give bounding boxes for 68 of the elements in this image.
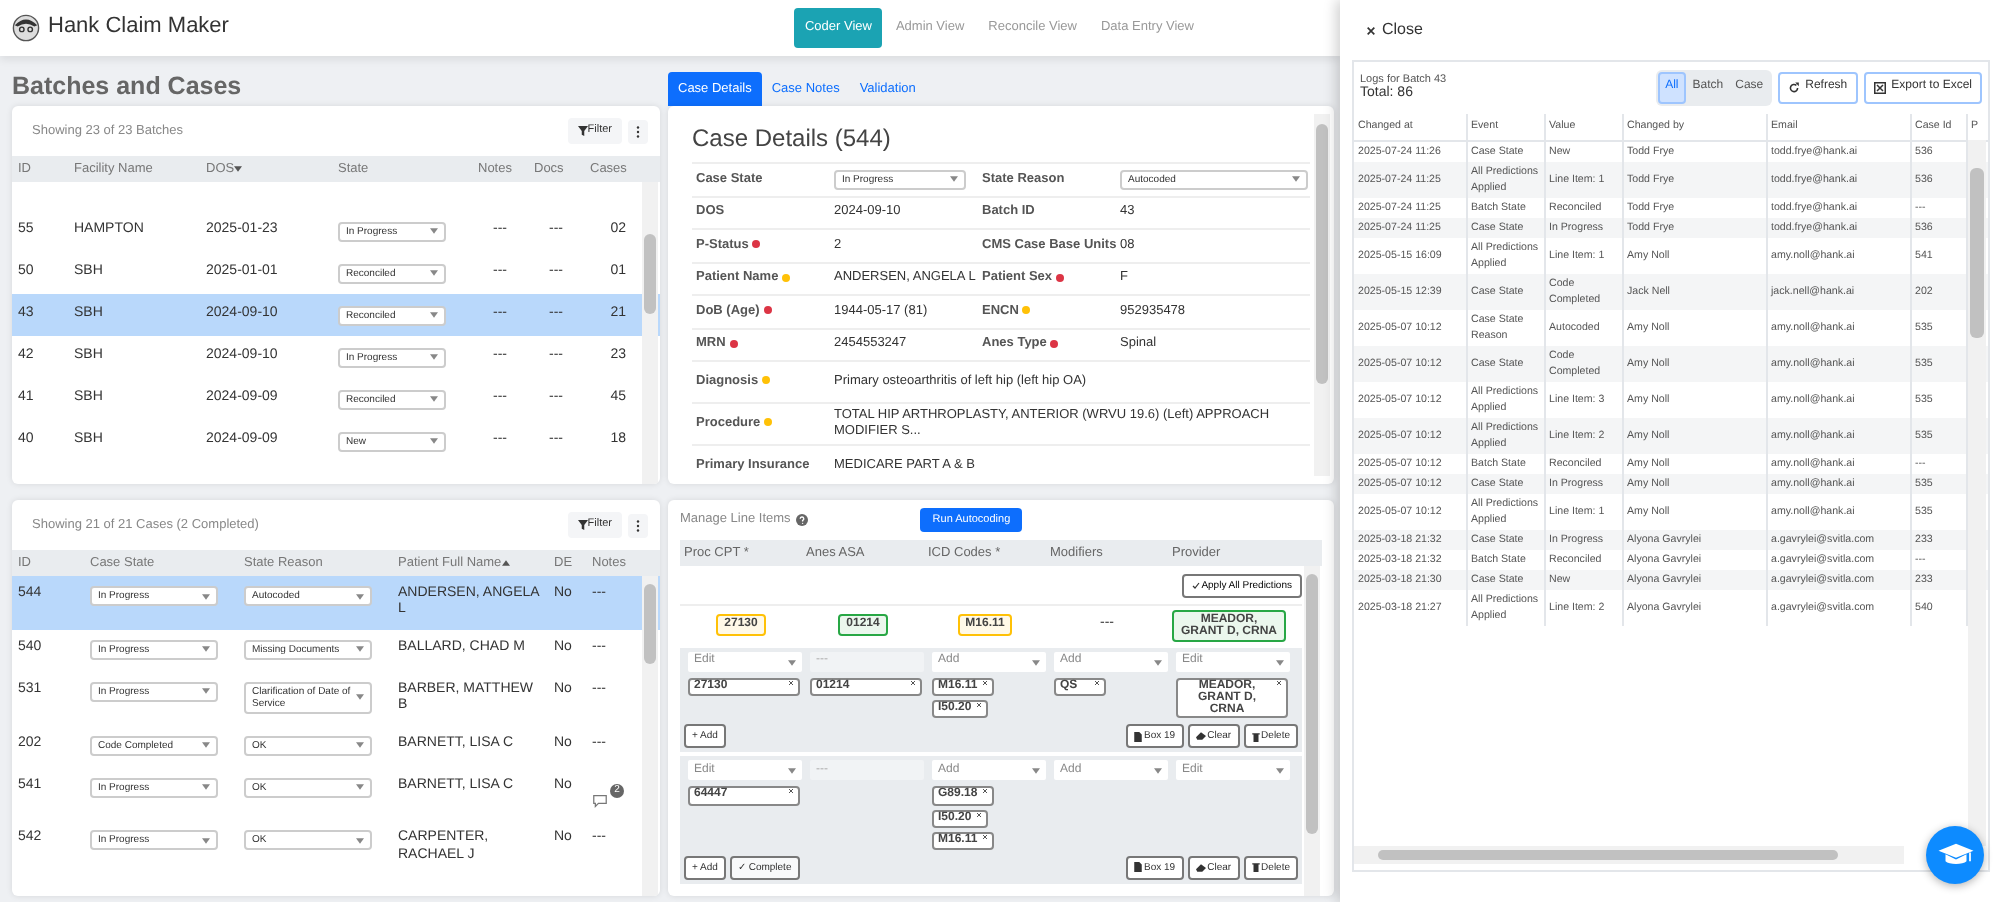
remove-icon (788, 788, 794, 795)
caret-icon (356, 694, 364, 701)
caret-icon (1032, 659, 1040, 665)
caret-icon (202, 593, 210, 599)
caret-icon (356, 593, 364, 599)
caret-icon (202, 837, 210, 844)
document-icon (1134, 731, 1143, 742)
remove-icon (910, 680, 916, 686)
caret-icon (356, 837, 364, 844)
caret-icon (202, 742, 210, 749)
logo-icon (12, 14, 40, 42)
check-icon (1191, 581, 1200, 590)
scrollbar[interactable] (642, 576, 658, 896)
caret-icon (202, 688, 210, 695)
caret-icon (1154, 767, 1162, 774)
caret-icon (202, 646, 210, 653)
scrollbar[interactable] (642, 182, 658, 484)
scrollbar[interactable] (1354, 846, 1904, 864)
eraser-icon (1195, 732, 1206, 741)
spreadsheet-icon (1873, 82, 1886, 94)
more-button[interactable] (628, 513, 648, 537)
caret-icon (430, 228, 438, 234)
caret-icon (788, 659, 796, 665)
filter-icon (577, 126, 588, 136)
help-icon (796, 514, 809, 526)
caret-icon (1276, 659, 1284, 665)
remove-icon (975, 811, 982, 818)
remove-icon (1276, 680, 1282, 686)
caret-icon (1292, 176, 1300, 183)
caret-icon (356, 784, 364, 791)
caret-icon (1032, 767, 1040, 774)
app-title: Hank Claim Maker (48, 14, 229, 42)
graduation-cap-icon (1937, 841, 1973, 869)
filter-icon (577, 520, 588, 530)
caret-icon (430, 396, 438, 402)
caret-icon (788, 767, 796, 774)
trash-icon (1251, 731, 1260, 742)
caret-icon (356, 742, 364, 749)
remove-icon (975, 702, 982, 709)
caret-icon (430, 270, 438, 276)
caret-icon (430, 312, 438, 318)
caret-icon (356, 646, 364, 653)
scrollbar[interactable] (1968, 140, 1986, 846)
remove-icon (1094, 680, 1100, 686)
caret-icon (950, 176, 958, 183)
eraser-icon (1195, 863, 1206, 872)
help-button[interactable] (1926, 826, 1984, 884)
page-title: Batches and Cases (12, 70, 244, 104)
caret-icon (430, 438, 438, 444)
trash-icon (1251, 862, 1260, 873)
document-icon (1134, 862, 1143, 873)
refresh-icon (1787, 82, 1800, 94)
close-icon (1366, 25, 1376, 35)
remove-icon (981, 680, 988, 686)
comment-button[interactable] (592, 793, 608, 808)
remove-icon (788, 680, 794, 686)
caret-icon (1276, 767, 1284, 774)
caret-icon (202, 784, 210, 791)
scrollbar[interactable] (1314, 114, 1330, 476)
remove-icon (981, 833, 988, 840)
details-title: Case Details (544) (692, 122, 893, 156)
more-button[interactable] (628, 119, 648, 143)
scrollbar[interactable] (1304, 566, 1320, 896)
close-button[interactable]: Close (1352, 0, 1423, 60)
caret-icon (430, 354, 438, 360)
comment-icon (592, 793, 608, 808)
remove-icon (981, 788, 988, 795)
caret-icon (1154, 659, 1162, 665)
